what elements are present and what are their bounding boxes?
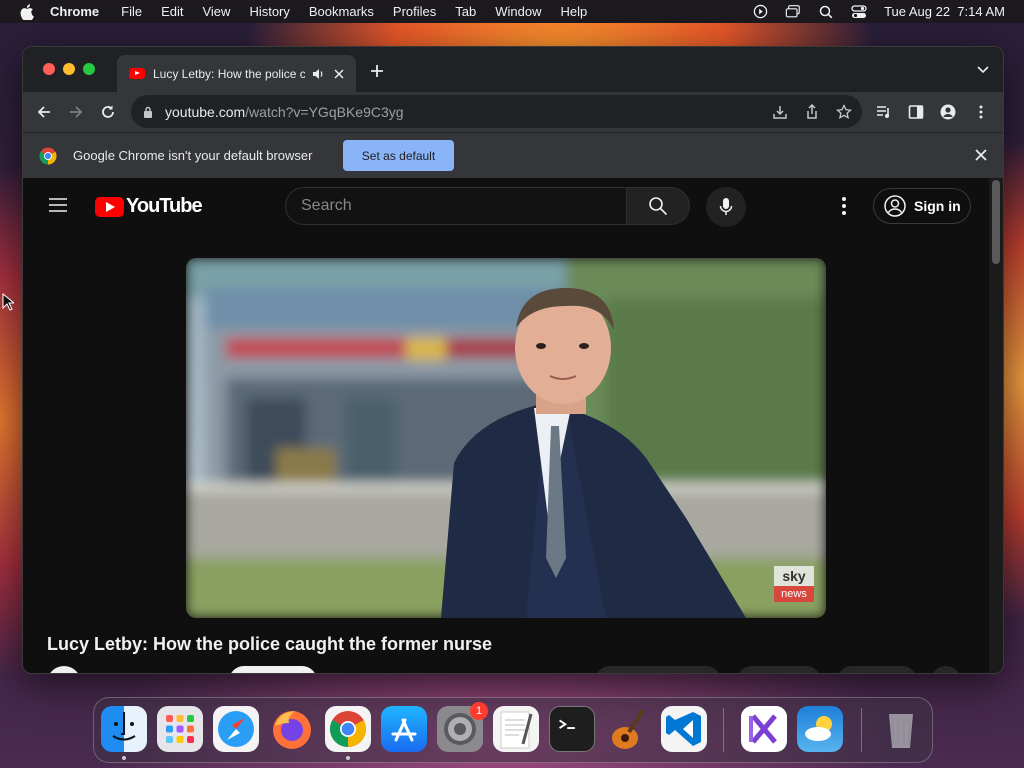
menu-window[interactable]: Window (495, 4, 541, 19)
dock-garageband-icon[interactable] (605, 706, 651, 752)
menu-history[interactable]: History (249, 4, 289, 19)
youtube-logo[interactable]: YouTube (95, 195, 203, 218)
dock-running-indicator (122, 756, 126, 760)
zoom-window-button[interactable] (83, 63, 95, 75)
channel-avatar[interactable] (47, 666, 81, 673)
dock-visual-studio-icon[interactable] (741, 706, 787, 752)
browser-toolbar: youtube.com/watch?v=YGqBKe9C3yg (23, 92, 1003, 132)
lock-icon[interactable] (143, 106, 153, 118)
dock: 1 (93, 697, 933, 763)
settings-badge: 1 (470, 702, 488, 720)
mouse-cursor-icon (2, 293, 14, 311)
account-circle-icon (884, 195, 906, 217)
dock-chrome-icon[interactable] (325, 706, 371, 752)
side-panel-icon[interactable] (908, 104, 924, 120)
like-dislike-button[interactable] (595, 666, 721, 673)
menu-profiles[interactable]: Profiles (393, 4, 436, 19)
video-frame (186, 258, 826, 618)
download-button[interactable] (837, 666, 917, 673)
watermark-news: news (774, 586, 814, 602)
browser-window: Lucy Letby: How the police caught the fo… (22, 46, 1004, 674)
spotlight-search-icon[interactable] (818, 4, 834, 20)
search-button[interactable] (627, 187, 690, 225)
url-host: youtube.com (165, 103, 246, 120)
forward-arrow-icon[interactable] (68, 104, 84, 120)
youtube-wordmark: YouTube (126, 195, 203, 217)
dock-app-store-icon[interactable] (381, 706, 427, 752)
chrome-menu-kebab-icon[interactable] (973, 104, 989, 120)
menu-clock[interactable]: Tue Aug 22 7:14 AM (884, 4, 1005, 19)
set-as-default-button[interactable]: Set as default (343, 140, 454, 171)
menu-edit[interactable]: Edit (161, 4, 183, 19)
apple-menu-icon[interactable] (20, 3, 34, 20)
dock-terminal-icon[interactable] (549, 706, 595, 752)
youtube-play-icon (95, 196, 124, 217)
search-icon (649, 197, 668, 216)
hamburger-menu-icon[interactable] (49, 198, 67, 212)
settings-kebab-icon[interactable] (841, 196, 847, 216)
watermark-sky: sky (774, 566, 814, 586)
microphone-icon (719, 198, 733, 215)
dock-separator (723, 708, 724, 752)
search-input[interactable]: Search (285, 187, 627, 225)
dock-running-indicator (346, 756, 350, 760)
subscribe-button[interactable] (229, 666, 317, 673)
sign-in-button[interactable]: Sign in (873, 188, 971, 224)
screen-mirror-icon[interactable] (785, 4, 801, 20)
play-circle-icon[interactable] (752, 4, 768, 20)
menu-view[interactable]: View (202, 4, 230, 19)
video-player[interactable]: sky news (186, 258, 826, 618)
share-icon[interactable] (804, 104, 820, 120)
sign-in-label: Sign in (914, 198, 961, 214)
default-browser-infobar: Google Chrome isn't your default browser… (23, 132, 1003, 178)
control-center-icon[interactable] (851, 4, 867, 20)
tab-search-chevron-icon[interactable] (977, 65, 989, 75)
menu-tab[interactable]: Tab (455, 4, 476, 19)
dock-trash-icon[interactable] (878, 706, 924, 752)
infobar-message: Google Chrome isn't your default browser (73, 148, 313, 163)
new-tab-icon[interactable] (369, 63, 385, 79)
dock-vscode-icon[interactable] (661, 706, 707, 752)
sky-news-watermark: sky news (774, 566, 814, 606)
profile-avatar-icon[interactable] (940, 104, 956, 120)
dock-firefox-icon[interactable] (269, 706, 315, 752)
video-title: Lucy Letby: How the police caught the fo… (47, 634, 493, 654)
youtube-page: YouTube Search Sign in sky news Lucy Let… (23, 178, 989, 673)
bookmark-star-icon[interactable] (836, 104, 852, 120)
page-scrollbar[interactable] (989, 178, 1003, 673)
url-path: /watch?v=YGqBKe9C3yg (245, 103, 404, 120)
menu-bar: Chrome File Edit View History Bookmarks … (0, 0, 1024, 23)
tab-strip: Lucy Letby: How the police caught the fo… (23, 47, 1003, 92)
dock-launchpad-icon[interactable] (157, 706, 203, 752)
tab-audio-speaker-icon[interactable] (311, 67, 325, 81)
menu-bookmarks[interactable]: Bookmarks (309, 4, 374, 19)
chrome-logo-icon (39, 147, 57, 164)
menu-help[interactable]: Help (561, 4, 588, 19)
dock-finder-icon[interactable] (101, 706, 147, 752)
active-tab[interactable]: Lucy Letby: How the police caught the fo… (117, 55, 356, 92)
tab-title: Lucy Letby: How the police caught the fo… (153, 66, 305, 81)
install-app-icon[interactable] (772, 104, 788, 120)
infobar-close-icon[interactable] (975, 149, 987, 161)
more-actions-button[interactable] (931, 666, 961, 673)
share-button[interactable] (737, 666, 821, 673)
back-arrow-icon[interactable] (36, 104, 52, 120)
dock-safari-icon[interactable] (213, 706, 259, 752)
minimize-window-button[interactable] (63, 63, 75, 75)
reload-icon[interactable] (100, 104, 116, 120)
dock-separator (861, 708, 862, 752)
dock-weather-icon[interactable] (797, 706, 843, 752)
media-controls-icon[interactable] (876, 104, 892, 120)
close-window-button[interactable] (43, 63, 55, 75)
voice-search-button[interactable] (706, 187, 746, 227)
dock-textedit-icon[interactable] (493, 706, 539, 752)
menu-file[interactable]: File (121, 4, 142, 19)
menu-app-name[interactable]: Chrome (50, 4, 99, 19)
scrollbar-thumb[interactable] (992, 180, 1000, 264)
tab-close-icon[interactable] (333, 68, 345, 80)
youtube-favicon-icon (129, 68, 145, 79)
channel-row (47, 666, 967, 673)
address-bar[interactable]: youtube.com/watch?v=YGqBKe9C3yg (131, 95, 862, 128)
